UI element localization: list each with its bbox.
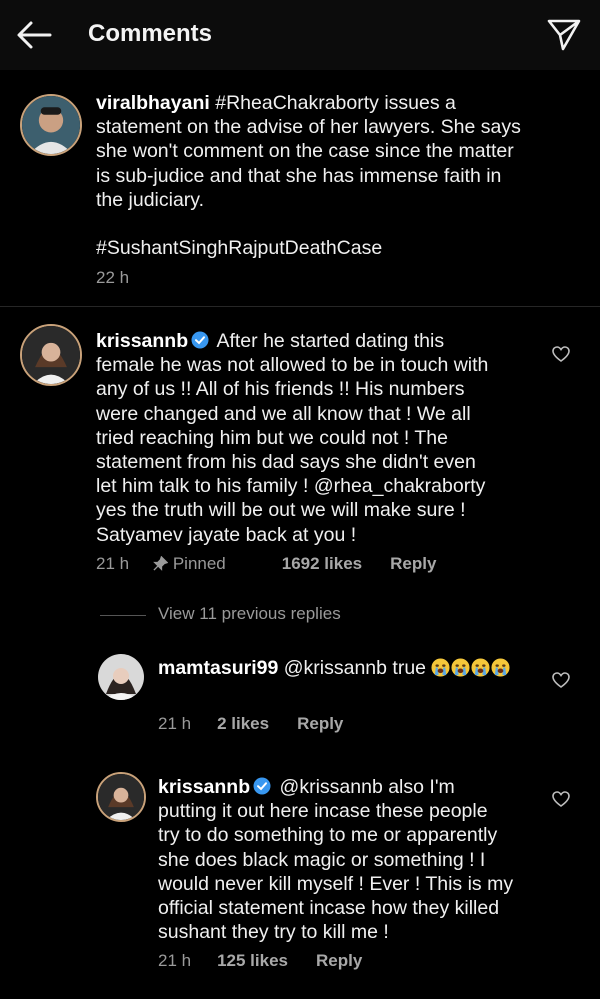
crying-face-emoji-icon	[471, 658, 490, 677]
crying-face-emoji-icon	[491, 658, 510, 677]
divider	[0, 306, 600, 307]
username[interactable]: krissannb	[158, 776, 250, 798]
avatar[interactable]	[96, 772, 146, 822]
replies-divider	[100, 615, 146, 616]
paper-plane-icon	[547, 19, 581, 51]
top-bar: Comments	[0, 0, 600, 71]
comment-text: krissannb After he started dating this f…	[96, 329, 566, 547]
caption-meta: 22 h	[96, 268, 157, 288]
crying-face-emoji-icon	[451, 658, 470, 677]
heart-icon[interactable]	[551, 789, 571, 809]
timestamp: 21 h	[158, 714, 192, 733]
verified-badge-icon	[253, 777, 271, 795]
pin-icon	[153, 555, 169, 571]
heart-icon[interactable]	[551, 670, 571, 690]
pinned-label: Pinned	[172, 554, 226, 573]
likes-count[interactable]: 125 likes	[217, 951, 288, 971]
username[interactable]: mamtasuri99	[158, 657, 278, 679]
reply-meta: 21 h 125 likes Reply	[158, 951, 390, 971]
verified-badge-icon	[191, 331, 209, 349]
username[interactable]: krissannb	[96, 330, 188, 352]
avatar[interactable]	[20, 94, 82, 156]
emoji-group	[431, 657, 511, 679]
arrow-left-icon	[17, 21, 52, 49]
page-title: Comments	[88, 20, 213, 47]
comment-body: After he started dating this female he w…	[96, 330, 489, 546]
reply-button[interactable]: Reply	[390, 554, 436, 574]
crying-face-emoji-icon	[431, 658, 450, 677]
reply-button[interactable]: Reply	[297, 714, 343, 734]
reply-button[interactable]: Reply	[316, 951, 362, 971]
view-replies-label: View 11 previous replies	[158, 604, 341, 623]
reply-body: @krissannb true	[283, 657, 427, 679]
timestamp: 21 h	[158, 951, 192, 970]
username[interactable]: viralbhayani	[96, 92, 210, 114]
back-button[interactable]	[14, 17, 54, 53]
avatar[interactable]	[98, 654, 144, 700]
caption-text: viralbhayani #RheaChakraborty issues a s…	[96, 91, 576, 260]
post-caption: viralbhayani #RheaChakraborty issues a s…	[0, 70, 600, 306]
reply-body: @krissannb also I'm putting it out here …	[158, 776, 514, 944]
comment-meta: 21 h Pinned 1692 likes Reply	[96, 554, 464, 574]
caption-body: #RheaChakraborty issues a statement on t…	[96, 92, 521, 260]
reply-text: mamtasuri99 @krissannb true	[158, 656, 538, 680]
timestamp: 21 h	[96, 554, 130, 573]
timestamp: 22 h	[96, 268, 130, 287]
pinned-indicator: Pinned	[153, 554, 254, 574]
likes-count[interactable]: 1692 likes	[282, 554, 362, 574]
heart-icon[interactable]	[551, 344, 571, 364]
avatar[interactable]	[20, 324, 82, 386]
reply-text: krissannb @krissannb also I'm putting it…	[158, 775, 548, 944]
reply-meta: 21 h 2 likes Reply	[158, 714, 371, 734]
send-button[interactable]	[546, 16, 582, 52]
likes-count[interactable]: 2 likes	[217, 714, 269, 734]
